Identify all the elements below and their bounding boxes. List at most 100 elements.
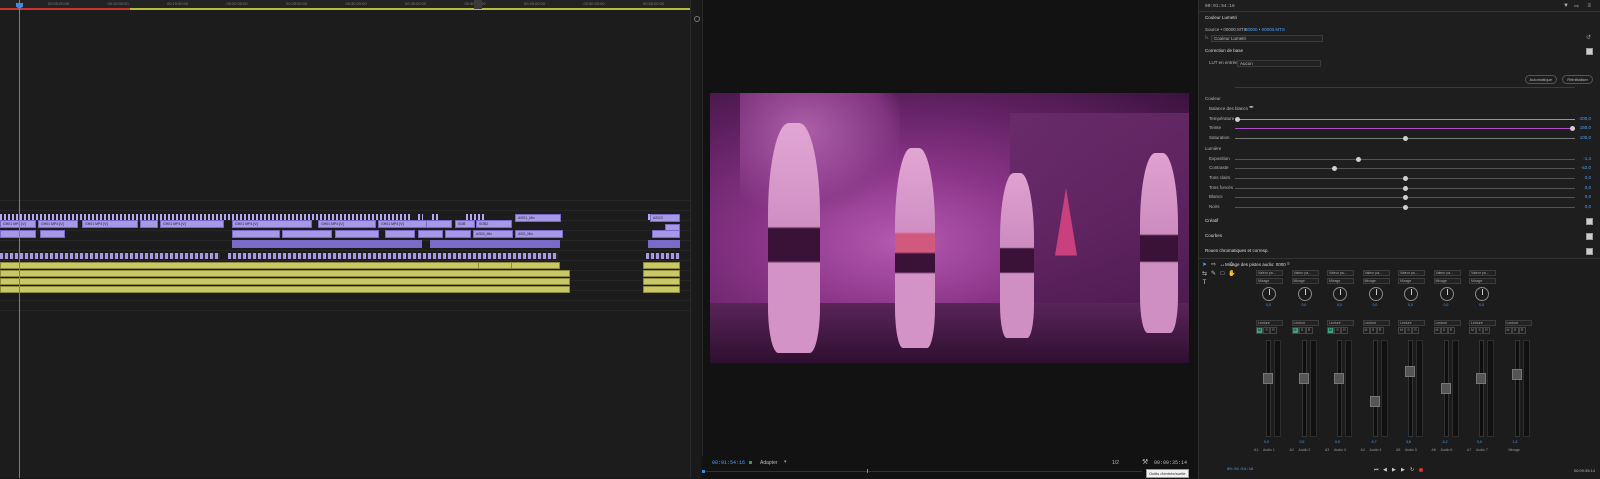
scroll-handle-icon[interactable]: [694, 16, 700, 22]
pan-value[interactable]: 0,0: [1337, 303, 1342, 307]
reset-button[interactable]: Réinitialiser: [1562, 75, 1593, 84]
video-clip[interactable]: ASO_Mix: [515, 230, 563, 238]
fit-dropdown[interactable]: Adapter: [760, 460, 778, 466]
slider-value[interactable]: -42,0: [1581, 165, 1591, 170]
msr-button[interactable]: S: [1511, 327, 1519, 334]
video-clip[interactable]: [335, 230, 379, 238]
fader-db-value[interactable]: -9,7: [1371, 440, 1377, 444]
video-clip[interactable]: ASCO: [650, 214, 680, 222]
video-clip[interactable]: SOB: [455, 220, 475, 228]
msr-button[interactable]: S: [1476, 327, 1483, 334]
video-clip[interactable]: GH01 MP4 [V]: [318, 220, 376, 228]
fader-knob[interactable]: [1334, 372, 1344, 384]
msr-button[interactable]: R: [1483, 327, 1490, 334]
slider-value[interactable]: 0,0: [1585, 194, 1591, 199]
rectangle-icon[interactable]: □: [1219, 271, 1226, 278]
msr-button[interactable]: M: [1291, 327, 1299, 334]
send-dropdown[interactable]: Valeur pa...: [1256, 270, 1283, 276]
msr-button[interactable]: S: [1440, 327, 1448, 334]
fader-track[interactable]: [1479, 340, 1484, 437]
slider-track[interactable]: [1235, 176, 1575, 181]
msr-button[interactable]: M: [1362, 327, 1370, 334]
fader-db-value[interactable]: 0,0: [1335, 440, 1340, 444]
audio-clip[interactable]: [478, 262, 512, 269]
video-clip[interactable]: [140, 220, 158, 228]
fader-db-value[interactable]: 3,6: [1406, 440, 1411, 444]
slider-track[interactable]: [1235, 126, 1575, 131]
fader-knob[interactable]: [1511, 369, 1522, 381]
msr-button[interactable]: M: [1327, 327, 1334, 334]
mode-dropdown[interactable]: Mixage: [1291, 278, 1319, 284]
video-clip[interactable]: [445, 230, 471, 238]
audio-clip[interactable]: [643, 278, 680, 285]
video-clip[interactable]: [426, 220, 452, 228]
slider-track[interactable]: [1235, 117, 1575, 122]
slider-track[interactable]: [1235, 186, 1575, 191]
fader-track[interactable]: [1301, 340, 1307, 437]
section-curves[interactable]: Courbes: [1205, 233, 1222, 238]
send-dropdown[interactable]: Valeur pa...: [1433, 270, 1461, 276]
audio-clip[interactable]: [0, 286, 570, 293]
mode-dropdown[interactable]: Mixage: [1362, 278, 1390, 284]
mode-dropdown[interactable]: Mixage: [1433, 278, 1461, 284]
fader-db-value[interactable]: 0,0: [1300, 440, 1305, 444]
video-clip[interactable]: GH01 MP4 [V]: [232, 220, 312, 228]
msr-button[interactable]: M: [1504, 327, 1512, 334]
pan-value[interactable]: 0,0: [1444, 303, 1449, 307]
msr-button[interactable]: R: [1305, 327, 1313, 334]
msr-button[interactable]: R: [1447, 327, 1455, 334]
audio-clip[interactable]: [643, 286, 680, 293]
section-creative[interactable]: Créatif: [1205, 218, 1218, 223]
send-dropdown[interactable]: Valeur pa...: [1398, 270, 1425, 276]
pan-dial[interactable]: [1262, 287, 1276, 301]
mixer-menu-icon[interactable]: ≡: [1287, 261, 1290, 267]
slider-knob[interactable]: [1332, 166, 1338, 171]
work-area-bar-range[interactable]: [130, 8, 690, 10]
pan-dial[interactable]: [1333, 287, 1347, 301]
msr-button[interactable]: R: [1376, 327, 1384, 334]
audio-clip[interactable]: [643, 270, 680, 277]
section-basic-checkbox[interactable]: [1586, 48, 1593, 55]
fader-track[interactable]: [1408, 340, 1413, 437]
mode-dropdown[interactable]: Mixage: [1469, 278, 1496, 284]
fader-knob[interactable]: [1369, 395, 1380, 407]
fader-db-value[interactable]: 0,0: [1477, 440, 1482, 444]
send-dropdown[interactable]: Valeur pa...: [1327, 270, 1354, 276]
video-clip[interactable]: GH01 MP4 [V]: [160, 220, 224, 228]
msr-button[interactable]: M: [1433, 327, 1441, 334]
slider-knob[interactable]: [1355, 157, 1361, 162]
msr-button[interactable]: R: [1270, 327, 1277, 334]
slider-value[interactable]: -100,0: [1578, 116, 1591, 121]
lut-dropdown[interactable]: Aucun: [1237, 60, 1321, 67]
slider-knob[interactable]: [1402, 186, 1408, 191]
section-wheels[interactable]: Roues chromatiques et corresp.: [1205, 248, 1269, 253]
slider-track[interactable]: [1235, 166, 1575, 171]
audio-clip-stripe[interactable]: [0, 253, 220, 259]
fader-knob[interactable]: [1476, 372, 1486, 384]
send-dropdown[interactable]: Valeur pa...: [1291, 270, 1319, 276]
pan-value[interactable]: 0,0: [1479, 303, 1484, 307]
mode-dropdown[interactable]: Mixage: [1398, 278, 1425, 284]
safe-margin-icon[interactable]: [749, 461, 752, 464]
section-wheels-checkbox[interactable]: [1586, 248, 1593, 255]
timeline-tracks[interactable]: GH01 MP4 [V] GH01 MP4 [V] GH01 MP4 [V] GH01…: [0, 200, 690, 320]
audio-clip[interactable]: [643, 262, 680, 269]
reset-effect-icon[interactable]: ↺: [1586, 34, 1591, 41]
slider-track[interactable]: [1235, 136, 1575, 141]
video-clip[interactable]: [418, 230, 443, 238]
video-clip[interactable]: GH01 MP4 [V]: [82, 220, 138, 228]
pan-dial[interactable]: [1439, 287, 1454, 301]
video-clip[interactable]: [232, 230, 280, 238]
fader-track[interactable]: [1337, 340, 1342, 437]
pan-value[interactable]: 0,0: [1408, 303, 1413, 307]
audio-clip-stripe[interactable]: [228, 253, 558, 259]
pan-dial[interactable]: [1475, 287, 1489, 301]
razor-icon[interactable]: ◊: [1228, 262, 1235, 269]
slider-value[interactable]: 150,0: [1580, 125, 1591, 130]
fader-track[interactable]: [1266, 340, 1271, 437]
msr-button[interactable]: M: [1398, 327, 1405, 334]
auto-button[interactable]: Automatique: [1524, 75, 1557, 84]
section-basic[interactable]: Correction de base: [1205, 48, 1243, 53]
video-clip[interactable]: [385, 230, 415, 238]
selection-tool-icon[interactable]: ➤: [1201, 262, 1208, 269]
